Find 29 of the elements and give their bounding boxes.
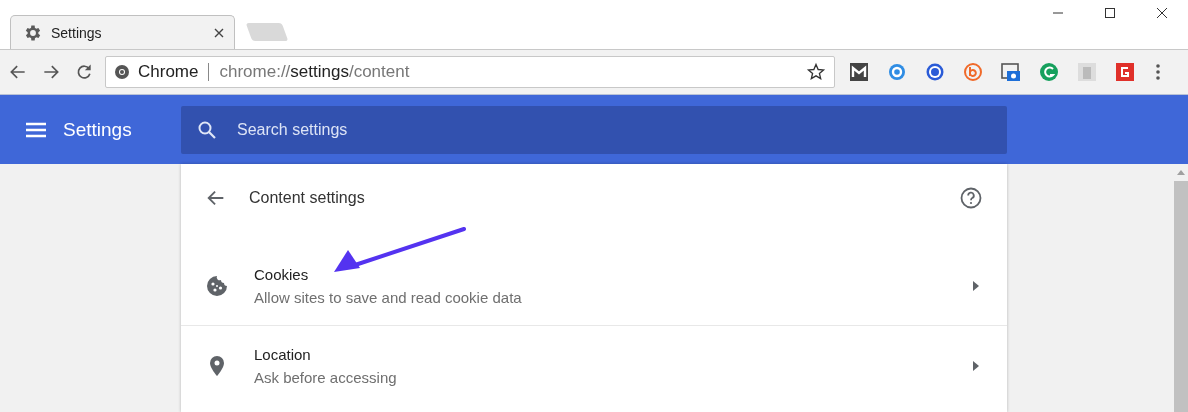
extension-icon[interactable] [925,62,945,82]
more-menu-icon[interactable] [1155,62,1161,82]
close-icon[interactable] [1156,7,1168,19]
help-icon[interactable] [959,186,983,210]
row-title: Location [254,345,312,363]
cookie-icon [205,273,229,298]
settings-row[interactable]: Cookies Allow sites to save and read cookie data [181,246,1007,325]
menu-icon[interactable] [26,121,46,138]
settings-row[interactable]: Location Ask before accessing [181,325,1007,405]
row-subtitle: Allow sites to save and read cookie data [254,288,522,306]
extension-icon[interactable] [1001,62,1021,82]
search-field[interactable]: Search settings [181,105,1007,154]
chrome-icon [114,64,130,80]
arrow-right-icon [973,280,979,291]
row-subtitle: Ask before accessing [254,368,397,386]
page-title: Content settings [249,189,365,207]
site-label: Chrome [138,62,199,82]
browser-tab[interactable]: Settings [10,15,235,49]
url-text: chrome://settings/content [219,62,410,82]
star-icon[interactable] [806,62,826,82]
scrollbar-thumb[interactable] [1174,181,1188,412]
settings-title: Settings [63,118,133,141]
address-bar[interactable]: Chrome chrome://settings/content [105,56,835,88]
extension-icon[interactable] [1115,62,1135,82]
close-icon[interactable] [214,27,224,38]
arrow-right-icon [973,360,979,371]
maximize-icon[interactable] [1104,7,1116,19]
row-title: Cookies [254,265,310,283]
extension-icon[interactable] [849,62,869,82]
